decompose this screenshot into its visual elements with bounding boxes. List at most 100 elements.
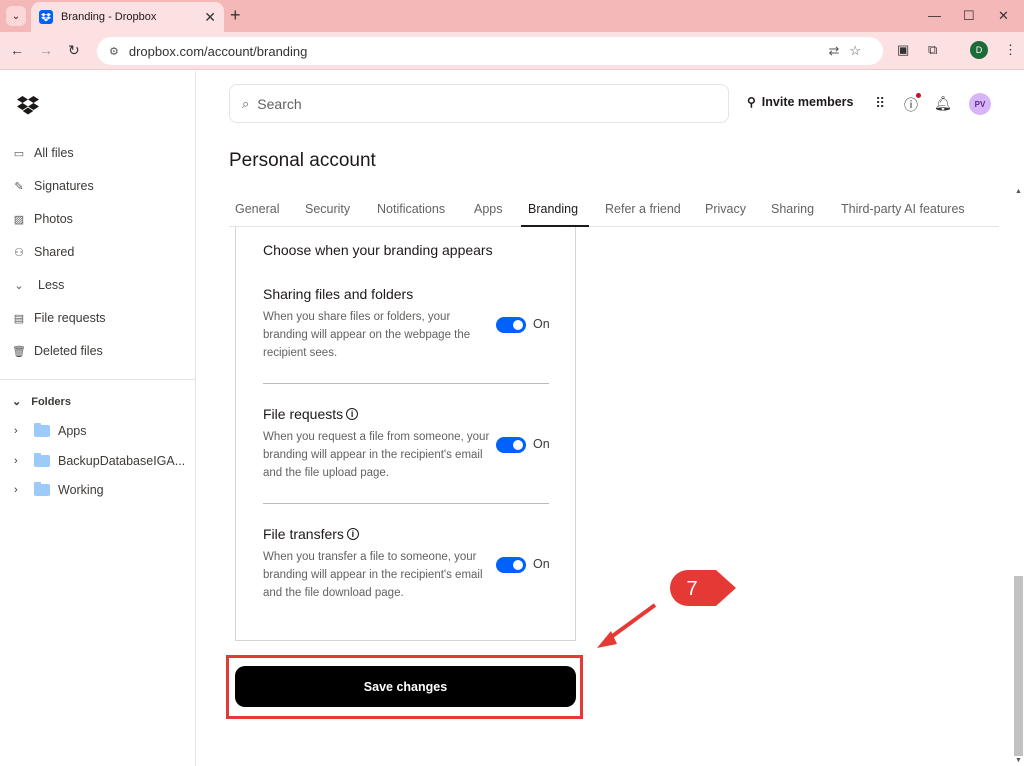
toggle-label: On bbox=[533, 317, 550, 331]
section-title: File requests i bbox=[263, 406, 550, 422]
extension-icon[interactable]: ▣ bbox=[897, 42, 909, 58]
folder-icon bbox=[34, 482, 50, 496]
tab-refer-a-friend[interactable]: Refer a friend bbox=[605, 202, 681, 216]
file-request-icon: ▤ bbox=[13, 312, 25, 325]
minimize-icon[interactable]: — bbox=[928, 8, 941, 23]
section-title-text: Sharing files and folders bbox=[263, 286, 414, 302]
sidebar-item-photos[interactable]: ▨ Photos bbox=[12, 207, 73, 231]
tab-close-icon[interactable]: ✕ bbox=[204, 9, 216, 26]
chevron-right-icon[interactable]: › bbox=[14, 455, 26, 467]
shared-icon: ⚇ bbox=[14, 246, 24, 259]
section-description: When you request a file from someone, yo… bbox=[263, 431, 490, 479]
section-title: File transfers i bbox=[263, 526, 550, 542]
tab-notifications[interactable]: Notifications bbox=[377, 202, 445, 216]
page-title: Personal account bbox=[229, 150, 376, 171]
tab-security[interactable]: Security bbox=[305, 202, 350, 216]
trash-icon: 🗑 bbox=[12, 345, 26, 358]
folder-item-apps[interactable]: › Apps bbox=[14, 420, 87, 442]
sidebar-item-signatures[interactable]: ✎ Signatures bbox=[12, 174, 94, 198]
dropbox-logo-icon[interactable] bbox=[17, 96, 39, 120]
avatar[interactable]: PV bbox=[969, 93, 991, 115]
save-changes-button[interactable]: Save changes bbox=[235, 666, 576, 707]
forward-icon[interactable]: → bbox=[39, 42, 53, 58]
sidebar-item-all-files[interactable]: ▭ All files bbox=[12, 141, 74, 165]
sidebar-item-label: File requests bbox=[34, 311, 106, 325]
scroll-down-icon[interactable]: ▼ bbox=[1015, 757, 1022, 764]
help-icon[interactable]: ⓘ bbox=[904, 95, 918, 115]
chevron-down-icon: ⌄ bbox=[12, 396, 22, 408]
tab-apps[interactable]: Apps bbox=[474, 202, 503, 216]
folder-item-working[interactable]: › Working bbox=[14, 479, 104, 501]
scroll-up-icon[interactable]: ▲ bbox=[1015, 188, 1022, 195]
window-close-icon[interactable]: ✕ bbox=[998, 8, 1009, 24]
bell-icon[interactable]: 🔔︎ bbox=[934, 95, 952, 112]
sidebar-item-label: Signatures bbox=[34, 179, 94, 193]
chevron-down-icon: ⌄ bbox=[14, 279, 24, 292]
folder-icon bbox=[34, 453, 50, 467]
folders-header[interactable]: ⌄ Folders bbox=[12, 395, 71, 409]
invite-label: Invite members bbox=[761, 95, 854, 109]
bookmark-star-icon[interactable]: ⇄☆ bbox=[828, 43, 871, 59]
main-content: ⌕ Search ⚲ Invite members ⠿ ⓘ 🔔︎ PV Pers… bbox=[197, 71, 1024, 766]
photos-icon: ▨ bbox=[13, 213, 25, 226]
info-icon[interactable]: i bbox=[346, 408, 359, 420]
section-title-text: File requests bbox=[263, 406, 344, 422]
sidebar-item-shared[interactable]: ⚇ Shared bbox=[12, 240, 74, 264]
tab-privacy[interactable]: Privacy bbox=[705, 202, 746, 216]
folder-label: Apps bbox=[58, 424, 87, 438]
chevron-right-icon[interactable]: › bbox=[14, 484, 26, 496]
new-tab-icon[interactable]: + bbox=[230, 6, 241, 24]
tab-general[interactable]: General bbox=[235, 202, 279, 216]
browser-toolbar: ← → ↻ ⚙ dropbox.com/account/branding ⇄☆ … bbox=[0, 32, 1024, 70]
toggle-label: On bbox=[533, 557, 550, 571]
folders-header-label: Folders bbox=[31, 395, 71, 408]
file-requests-section: File requests i When you request a file … bbox=[263, 406, 550, 479]
browser-tab[interactable]: Branding - Dropbox ✕ bbox=[31, 2, 224, 32]
sidebar-item-label: Photos bbox=[34, 212, 73, 226]
tab-search-button[interactable]: ⌄ bbox=[6, 6, 26, 26]
notification-dot bbox=[916, 93, 921, 98]
maximize-icon[interactable]: ☐ bbox=[963, 8, 975, 24]
folder-item-backup[interactable]: › BackupDatabaseIGA... bbox=[14, 450, 185, 472]
scroll-thumb[interactable] bbox=[1014, 576, 1023, 756]
back-icon[interactable]: ← bbox=[10, 42, 24, 58]
file-transfers-section: File transfers i When you transfer a fil… bbox=[263, 526, 550, 599]
step-number-badge: 7 bbox=[668, 568, 738, 613]
browser-menu-icon[interactable]: ⋮ bbox=[1004, 42, 1017, 58]
branding-heading: Choose when your branding appears bbox=[263, 242, 493, 258]
sidebar-item-deleted-files[interactable]: 🗑 Deleted files bbox=[12, 339, 103, 363]
sidebar-item-file-requests[interactable]: ▤ File requests bbox=[12, 306, 106, 330]
search-input[interactable]: ⌕ Search bbox=[229, 84, 729, 123]
files-icon: ▭ bbox=[13, 147, 25, 160]
info-icon[interactable]: i bbox=[346, 528, 359, 540]
add-person-icon: ⚲ bbox=[747, 95, 756, 109]
file-requests-toggle[interactable] bbox=[496, 437, 526, 453]
site-settings-icon[interactable]: ⚙ bbox=[109, 45, 119, 58]
sidebar-item-less[interactable]: ⌄ Less bbox=[12, 273, 64, 297]
sharing-files-toggle[interactable] bbox=[496, 317, 526, 333]
folder-label: BackupDatabaseIGA... bbox=[58, 454, 186, 468]
tab-sharing[interactable]: Sharing bbox=[771, 202, 814, 216]
section-description: When you share files or folders, your br… bbox=[263, 311, 471, 359]
extensions-puzzle-icon[interactable]: ⧉ bbox=[928, 42, 937, 58]
apps-grid-icon[interactable]: ⠿ bbox=[875, 95, 885, 112]
step-number: 7 bbox=[686, 578, 697, 600]
section-description: When you transfer a file to someone, you… bbox=[263, 551, 483, 599]
address-bar[interactable]: ⚙ dropbox.com/account/branding ⇄☆ bbox=[97, 37, 883, 65]
tab-branding[interactable]: Branding bbox=[528, 202, 578, 216]
tab-third-party-ai[interactable]: Third-party AI features bbox=[841, 202, 965, 216]
browser-tab-bar: ⌄ Branding - Dropbox ✕ + — ☐ ✕ bbox=[0, 0, 1024, 32]
section-title-text: File transfers bbox=[263, 526, 344, 542]
sidebar-item-label: Less bbox=[38, 278, 65, 292]
profile-avatar[interactable]: D bbox=[970, 41, 988, 59]
sidebar-item-label: All files bbox=[34, 146, 74, 160]
file-transfers-toggle[interactable] bbox=[496, 557, 526, 573]
sidebar-divider bbox=[0, 379, 196, 380]
search-placeholder: Search bbox=[257, 95, 302, 112]
section-divider bbox=[263, 503, 549, 504]
chevron-right-icon[interactable]: › bbox=[14, 425, 26, 437]
tab-title: Branding - Dropbox bbox=[61, 11, 157, 23]
search-icon: ⌕ bbox=[242, 95, 250, 111]
invite-members-button[interactable]: ⚲ Invite members bbox=[747, 95, 854, 109]
reload-icon[interactable]: ↻ bbox=[68, 42, 80, 59]
